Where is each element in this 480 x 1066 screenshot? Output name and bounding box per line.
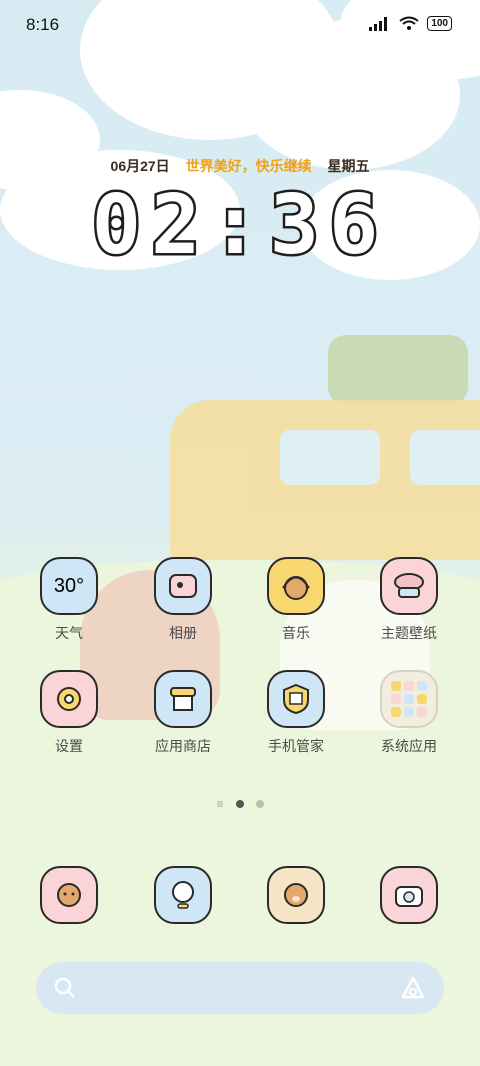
shield-icon <box>267 670 325 728</box>
globe-icon <box>154 866 212 924</box>
photo-frame-icon <box>154 557 212 615</box>
menu-lines-icon: ≡ <box>216 797 224 811</box>
dock-messages[interactable] <box>246 866 346 924</box>
app-music[interactable]: 音乐 <box>246 557 346 643</box>
car-illustration <box>170 400 480 560</box>
assistant-icon[interactable] <box>400 975 426 1001</box>
status-bar: 8:16 100 <box>0 0 480 50</box>
app-folder-system[interactable]: 系统应用 <box>359 670 459 756</box>
bear-chat-icon <box>267 866 325 924</box>
bear-headphones-icon <box>267 557 325 615</box>
search-icon <box>54 977 75 998</box>
date-row: 06月27日 世界美好，快乐继续 星期五 <box>0 156 480 176</box>
chef-hat-icon <box>380 557 438 615</box>
app-settings[interactable]: 设置 <box>19 670 119 756</box>
app-label: 应用商店 <box>155 738 211 754</box>
app-label: 相册 <box>169 625 197 641</box>
luggage-illustration <box>328 335 468 405</box>
clock-widget[interactable]: 02:36 <box>0 176 480 276</box>
wifi-icon <box>399 16 419 30</box>
folder-icon <box>380 670 438 728</box>
date-text: 06月27日 <box>110 158 170 174</box>
app-label: 音乐 <box>282 625 310 641</box>
status-time: 8:16 <box>26 15 60 34</box>
app-themes[interactable]: 主题壁纸 <box>359 557 459 643</box>
search-bar[interactable] <box>36 962 444 1014</box>
app-weather[interactable]: 30° 天气 <box>19 557 119 643</box>
app-label: 系统应用 <box>381 738 437 754</box>
app-store[interactable]: 应用商店 <box>133 670 233 756</box>
battery-icon: 100 <box>427 16 452 31</box>
dock-camera[interactable] <box>359 866 459 924</box>
page-dot <box>255 800 264 808</box>
app-gallery[interactable]: 相册 <box>133 557 233 643</box>
dock-browser[interactable] <box>133 866 233 924</box>
app-label: 天气 <box>55 625 83 641</box>
signal-icon <box>369 16 388 31</box>
dock-phone[interactable] <box>19 866 119 924</box>
page-dot-active <box>235 800 244 808</box>
app-label: 设置 <box>55 738 83 754</box>
weather-icon: 30° <box>40 557 98 615</box>
page-indicator[interactable]: ≡ <box>0 797 480 811</box>
camera-icon <box>380 866 438 924</box>
weekday-text: 星期五 <box>327 158 370 174</box>
bear-phone-icon <box>40 866 98 924</box>
shop-awning-icon <box>154 670 212 728</box>
app-label: 手机管家 <box>268 738 324 754</box>
slogan-text: 世界美好，快乐继续 <box>185 158 312 174</box>
gear-icon <box>40 670 98 728</box>
app-security[interactable]: 手机管家 <box>246 670 346 756</box>
app-label: 主题壁纸 <box>381 625 437 641</box>
